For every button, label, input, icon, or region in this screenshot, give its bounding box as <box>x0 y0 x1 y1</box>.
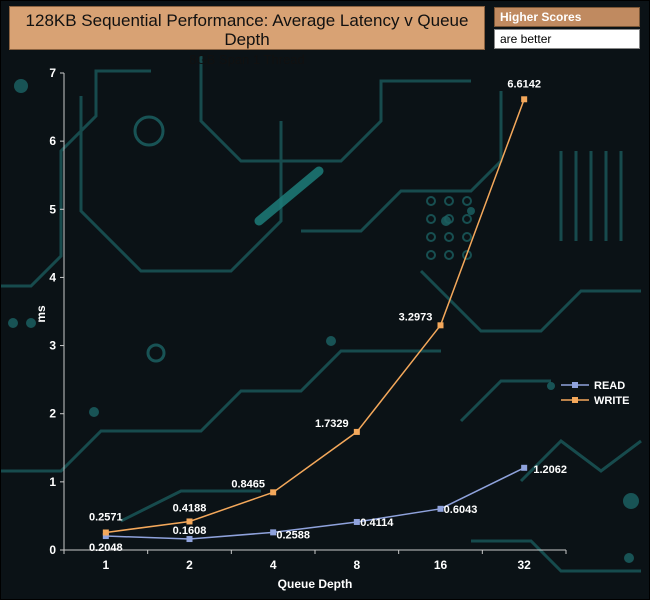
read-data-label: 0.2588 <box>276 529 310 541</box>
y-tick-label: 5 <box>49 202 56 216</box>
y-tick-label: 3 <box>49 339 56 353</box>
x-tick-label: 16 <box>434 558 448 572</box>
read-data-label: 0.4114 <box>360 517 394 529</box>
y-tick-label: 1 <box>49 475 56 489</box>
read-data-label: 0.1608 <box>173 525 207 537</box>
read-data-label: 0.2048 <box>89 542 123 554</box>
read-legend-marker <box>572 382 578 388</box>
read-data-label: 1.2062 <box>533 464 567 476</box>
write-legend-label: WRITE <box>594 395 629 407</box>
line-chart: 0 1 2 3 4 5 6 7 1 2 4 8 16 32 Queue Depth ms 0.2048 0.16… <box>34 66 629 591</box>
write-point <box>437 322 444 329</box>
x-tick-label: 8 <box>353 558 360 572</box>
write-point <box>186 518 193 525</box>
write-point <box>353 428 360 435</box>
read-data-label: 0.6043 <box>444 504 478 516</box>
chart-frame: 128KB Sequential Performance: Average La… <box>0 0 650 600</box>
write-point <box>270 489 277 496</box>
y-tick-label: 4 <box>49 270 56 284</box>
x-tick-label: 2 <box>186 558 193 572</box>
y-axis-title: ms <box>34 305 48 323</box>
read-legend-label: READ <box>594 380 625 392</box>
x-tick-label: 1 <box>102 558 109 572</box>
write-data-label: 0.2571 <box>89 511 123 523</box>
x-tick-label: 32 <box>517 558 531 572</box>
read-point <box>521 464 528 471</box>
read-point <box>437 505 444 512</box>
y-tick-label: 6 <box>49 134 56 148</box>
write-data-label: 0.8465 <box>231 478 265 490</box>
write-point <box>521 96 528 103</box>
x-tick-label: 4 <box>270 558 277 572</box>
write-data-label: 6.6142 <box>507 78 541 90</box>
write-point <box>102 529 109 536</box>
chart-marks: 0.2048 0.1608 0.2588 0.4114 0.6043 1.2062 0.25… <box>89 78 567 554</box>
write-data-label: 3.2973 <box>399 311 433 323</box>
write-legend-marker <box>572 397 578 403</box>
write-data-label: 1.7329 <box>315 418 349 430</box>
read-point <box>270 529 277 536</box>
legend: READ WRITE <box>561 380 629 407</box>
y-tick-label: 0 <box>49 543 56 557</box>
y-tick-label: 2 <box>49 407 56 421</box>
read-point <box>353 518 360 525</box>
y-tick-label: 7 <box>49 66 56 80</box>
write-data-label: 0.4188 <box>173 502 207 514</box>
write-series-line <box>105 99 525 534</box>
x-axis-title: Queue Depth <box>278 577 353 591</box>
